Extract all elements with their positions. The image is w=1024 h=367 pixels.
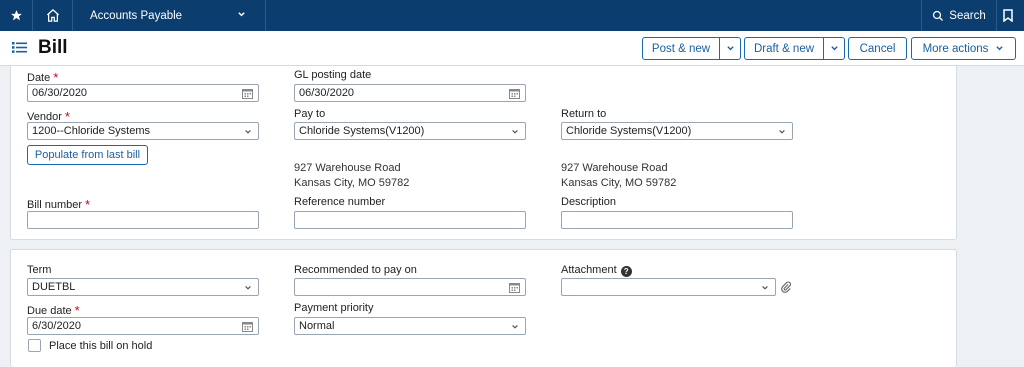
term-label: Term bbox=[27, 264, 52, 276]
recommended-pay-on-label: Recommended to pay on bbox=[294, 264, 417, 276]
return-to-value: Chloride Systems(V1200) bbox=[566, 125, 692, 137]
payment-priority-label: Payment priority bbox=[294, 302, 374, 314]
payment-priority-value: Normal bbox=[299, 320, 335, 332]
chevron-down-icon bbox=[238, 12, 245, 17]
attachment-label: Attachment? bbox=[561, 264, 632, 277]
hold-checkbox[interactable] bbox=[28, 339, 41, 352]
bill-terms-section: Term DUETBL Recommended to pay on Attach… bbox=[10, 249, 957, 367]
date-label: Date * bbox=[27, 70, 59, 85]
bill-header-section: Date * 06/30/2020 GL posting date 06/30/2… bbox=[10, 66, 957, 240]
reference-number-label: Reference number bbox=[294, 196, 386, 208]
return-to-label: Return to bbox=[561, 108, 607, 120]
post-new-dropdown-button[interactable] bbox=[719, 37, 741, 60]
draft-new-button[interactable]: Draft & new bbox=[744, 37, 824, 60]
module-label: Accounts Payable bbox=[90, 9, 183, 22]
pay-to-label: Pay to bbox=[294, 108, 326, 120]
paperclip-icon[interactable] bbox=[780, 281, 791, 293]
description-label: Description bbox=[561, 196, 617, 208]
due-date-value: 6/30/2020 bbox=[32, 320, 81, 332]
reference-number-input[interactable] bbox=[294, 211, 526, 229]
gl-posting-date-label: GL posting date bbox=[294, 69, 372, 81]
home-icon[interactable] bbox=[33, 0, 73, 31]
help-icon[interactable]: ? bbox=[620, 266, 632, 277]
due-date-label: Due date * bbox=[27, 303, 80, 318]
draft-new-dropdown-button[interactable] bbox=[823, 37, 845, 60]
chevron-down-icon bbox=[245, 129, 251, 134]
gl-posting-date-field[interactable]: 06/30/2020 bbox=[294, 84, 526, 102]
pay-to-address-line1: 927 Warehouse Road bbox=[294, 162, 401, 174]
vendor-select[interactable]: 1200--Chloride Systems bbox=[27, 122, 259, 140]
list-icon[interactable] bbox=[12, 41, 27, 54]
module-selector[interactable]: Accounts Payable bbox=[73, 0, 266, 31]
post-new-button[interactable]: Post & new bbox=[642, 37, 720, 60]
calendar-icon[interactable] bbox=[242, 321, 253, 332]
calendar-icon[interactable] bbox=[509, 282, 520, 293]
due-date-field[interactable]: 6/30/2020 bbox=[27, 317, 259, 335]
chevron-down-icon bbox=[245, 285, 251, 290]
search-label: Search bbox=[949, 9, 986, 22]
chevron-down-icon bbox=[830, 46, 838, 51]
chevron-down-icon bbox=[512, 129, 518, 134]
vendor-value: 1200--Chloride Systems bbox=[32, 125, 150, 137]
return-to-select[interactable]: Chloride Systems(V1200) bbox=[561, 122, 793, 140]
pay-to-value: Chloride Systems(V1200) bbox=[299, 125, 425, 137]
description-input[interactable] bbox=[561, 211, 793, 229]
chevron-down-icon bbox=[996, 46, 1004, 51]
gl-posting-date-value: 06/30/2020 bbox=[299, 87, 355, 99]
page-title: Bill bbox=[38, 37, 68, 58]
bill-number-input[interactable] bbox=[27, 211, 259, 229]
pay-to-address: 927 Warehouse Road Kansas City, MO 59782 bbox=[294, 161, 409, 191]
page-header: Bill Post & new Draft & new Cancel More … bbox=[0, 31, 1024, 66]
search-icon bbox=[933, 10, 944, 21]
chevron-down-icon bbox=[512, 324, 518, 329]
pay-to-address-line2: Kansas City, MO 59782 bbox=[294, 177, 410, 189]
populate-from-last-bill-button[interactable]: Populate from last bill bbox=[27, 145, 148, 165]
term-value: DUETBL bbox=[32, 281, 76, 293]
pay-to-select[interactable]: Chloride Systems(V1200) bbox=[294, 122, 526, 140]
attachment-select[interactable] bbox=[561, 278, 776, 296]
bookmark-icon[interactable] bbox=[997, 0, 1024, 31]
top-nav: Accounts Payable Search bbox=[0, 0, 1024, 31]
return-to-address: 927 Warehouse Road Kansas City, MO 59782 bbox=[561, 161, 676, 191]
chevron-down-icon bbox=[726, 46, 734, 51]
search-button[interactable]: Search bbox=[921, 0, 997, 31]
date-field[interactable]: 06/30/2020 bbox=[27, 84, 259, 102]
chevron-down-icon bbox=[762, 285, 768, 290]
return-to-address-line1: 927 Warehouse Road bbox=[561, 162, 668, 174]
recommended-pay-on-field[interactable] bbox=[294, 278, 526, 296]
chevron-down-icon bbox=[779, 129, 785, 134]
return-to-address-line2: Kansas City, MO 59782 bbox=[561, 177, 677, 189]
more-actions-label: More actions bbox=[922, 42, 989, 55]
calendar-icon[interactable] bbox=[509, 88, 520, 99]
favorites-star-icon[interactable] bbox=[0, 0, 33, 31]
cancel-button[interactable]: Cancel bbox=[848, 37, 907, 60]
hold-label: Place this bill on hold bbox=[49, 340, 153, 352]
calendar-icon[interactable] bbox=[242, 88, 253, 99]
bill-number-label: Bill number * bbox=[27, 197, 91, 212]
term-select[interactable]: DUETBL bbox=[27, 278, 259, 296]
more-actions-button[interactable]: More actions bbox=[911, 37, 1016, 60]
date-value: 06/30/2020 bbox=[32, 87, 88, 99]
vendor-label: Vendor * bbox=[27, 109, 70, 124]
payment-priority-select[interactable]: Normal bbox=[294, 317, 526, 335]
